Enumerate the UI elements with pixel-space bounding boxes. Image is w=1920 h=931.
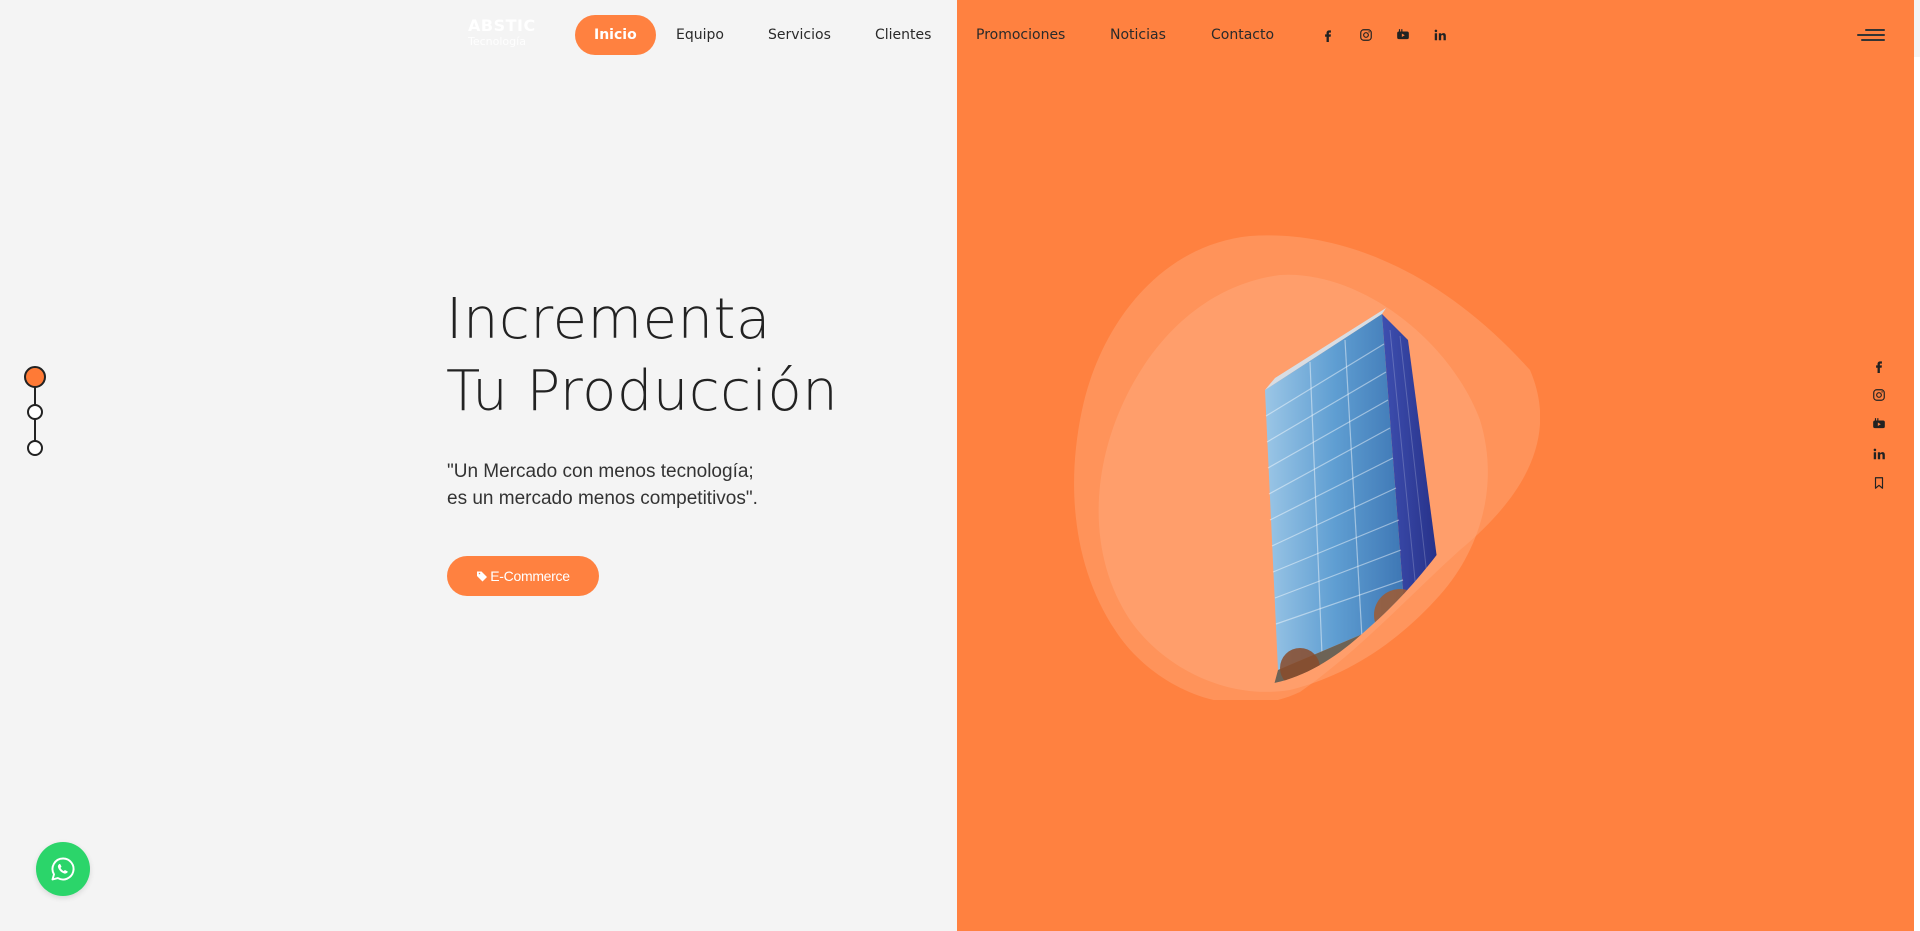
brand-tagline: Tecnología: [468, 35, 526, 48]
pager-dot-1[interactable]: [24, 366, 46, 388]
hero-title-line2: Tu Producción: [446, 359, 839, 424]
whatsapp-icon: [51, 857, 75, 881]
brand-name: ABSTIC: [468, 16, 536, 35]
hero-quote-line2: es un mercado menos competitivos".: [447, 488, 758, 509]
pager-dot-2[interactable]: [27, 404, 43, 420]
pager-dot-3[interactable]: [27, 440, 43, 456]
side-linkedin-icon[interactable]: [1870, 445, 1888, 463]
hero-quote-line1: "Un Mercado con menos tecnología;: [447, 461, 754, 482]
scrollbar-track[interactable]: [1914, 57, 1920, 931]
side-youtube-icon[interactable]: [1870, 415, 1888, 433]
nav-item-contacto[interactable]: Contacto: [1211, 15, 1274, 55]
menu-hamburger-icon[interactable]: [1857, 27, 1885, 43]
instagram-icon[interactable]: [1357, 26, 1375, 44]
nav-item-noticias[interactable]: Noticias: [1110, 15, 1166, 55]
building-image: [1074, 235, 1541, 704]
side-instagram-icon[interactable]: [1870, 386, 1888, 404]
nav-item-servicios[interactable]: Servicios: [768, 15, 831, 55]
hero-title: Incrementa Tu Producción: [446, 284, 838, 428]
ecommerce-button[interactable]: E-Commerce: [447, 556, 599, 596]
brand-logo[interactable]: ABSTIC Tecnología: [468, 18, 540, 52]
nav-item-promociones[interactable]: Promociones: [976, 15, 1065, 55]
side-bookmark-icon[interactable]: [1870, 474, 1888, 492]
hero-illustration: [1060, 230, 1541, 704]
hero-quote: "Un Mercado con menos tecnología; es un …: [447, 458, 758, 512]
nav-item-inicio[interactable]: Inicio: [575, 15, 656, 55]
youtube-icon[interactable]: [1394, 26, 1412, 44]
nav-item-clientes[interactable]: Clientes: [875, 15, 931, 55]
nav-item-equipo[interactable]: Equipo: [676, 15, 724, 55]
linkedin-icon[interactable]: [1431, 26, 1449, 44]
hero-title-line1: Incrementa: [446, 287, 771, 352]
ecommerce-button-label: E-Commerce: [490, 568, 570, 584]
whatsapp-button[interactable]: [36, 842, 90, 896]
tag-icon: [477, 571, 488, 582]
side-facebook-icon[interactable]: [1870, 357, 1888, 375]
facebook-icon[interactable]: [1319, 26, 1337, 44]
